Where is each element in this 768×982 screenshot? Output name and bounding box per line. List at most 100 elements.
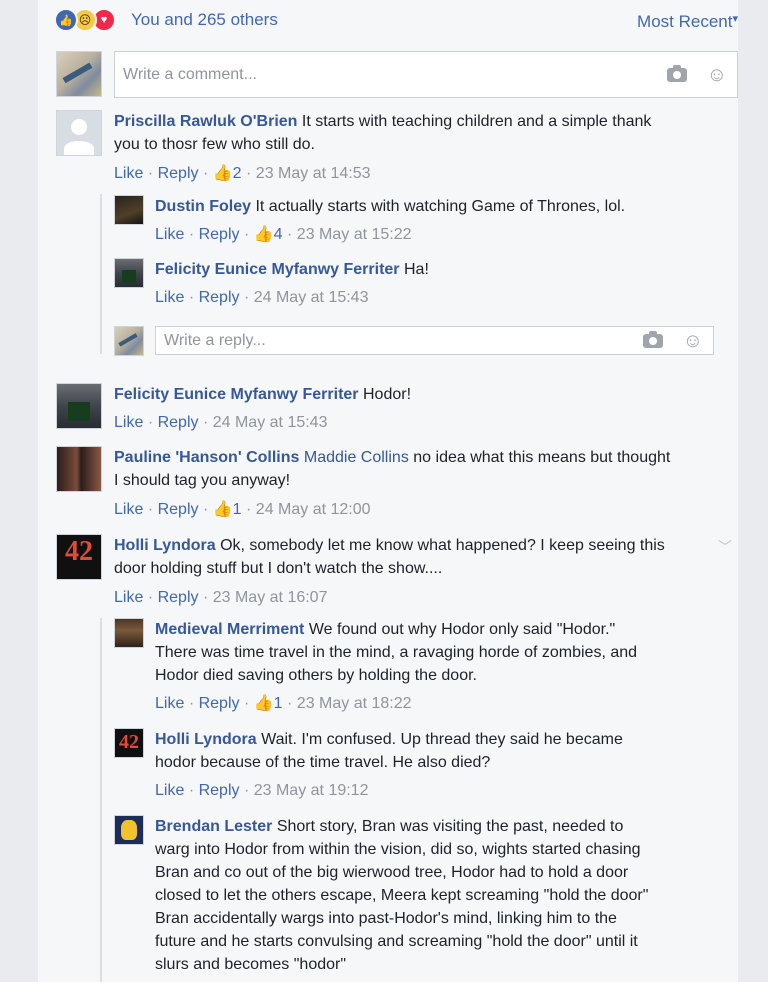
thumbs-up-icon[interactable]: 👍 [254, 694, 274, 714]
like-button[interactable]: Like [114, 165, 143, 182]
avatar[interactable] [114, 195, 144, 225]
comment-text: hodor because of the time travel. He als… [155, 754, 491, 771]
like-button[interactable]: Like [155, 226, 184, 243]
comment-author[interactable]: Priscilla Rawluk O'Brien [114, 113, 297, 130]
comment-text: Hodor died saving others by holding the … [155, 667, 477, 684]
comment-text: Hodor! [362, 386, 412, 403]
comment-text: closed to let the others escape, Meera k… [155, 887, 649, 904]
comment-text: It starts with teaching children and a s… [301, 113, 652, 130]
sort-dropdown[interactable]: Most Recent▾ [637, 12, 738, 32]
like-button[interactable]: Like [114, 589, 143, 606]
avatar[interactable] [56, 110, 102, 156]
comment-author[interactable]: Medieval Merriment [155, 621, 304, 638]
reply-button[interactable]: Reply [199, 782, 240, 799]
avatar[interactable] [114, 618, 144, 648]
like-count[interactable]: 4 [274, 226, 283, 243]
comment-author[interactable]: Brendan Lester [155, 818, 272, 835]
like-count[interactable]: 1 [274, 695, 283, 712]
avatar[interactable] [114, 258, 144, 288]
comment-text: future and he starts convulsing and scre… [155, 933, 638, 950]
avatar[interactable]: 42 [114, 728, 144, 758]
like-count[interactable]: 1 [233, 501, 242, 518]
comment-author[interactable]: Holli Lyndora [114, 537, 216, 554]
reply-input-placeholder: Write a reply... [164, 331, 266, 349]
like-button[interactable]: Like [114, 501, 143, 518]
comment-timestamp[interactable]: 24 May at 12:00 [256, 501, 371, 518]
thumbs-up-icon[interactable]: 👍 [254, 225, 274, 245]
comment-input[interactable]: Write a comment... ☺ [114, 51, 738, 98]
avatar[interactable] [114, 815, 144, 845]
avatar[interactable]: 42 [56, 534, 102, 580]
sort-label: Most Recent [637, 12, 733, 31]
comment-body: Dustin Foley It actually starts with wat… [155, 195, 735, 218]
comment-text: slurs and becomes "hodor" [155, 956, 347, 973]
avatar[interactable] [56, 446, 102, 492]
comment-actions: Like · Reply · 23 May at 16:07 [114, 589, 328, 606]
comment-actions: Like · Reply · 👍4 · 23 May at 15:22 [155, 225, 412, 245]
reply-thread-line [100, 618, 102, 982]
comment-body: Medieval Merriment We found out why Hodo… [155, 618, 730, 687]
reply-button[interactable]: Reply [158, 589, 199, 606]
like-icon: 👍 [54, 8, 78, 32]
like-count[interactable]: 2 [233, 165, 242, 182]
comment-body: Brendan Lester Short story, Bran was vis… [155, 815, 735, 976]
comment-author[interactable]: Holli Lyndora [155, 731, 257, 748]
comment-input-placeholder: Write a comment... [123, 65, 257, 83]
tagged-user[interactable]: Maddie Collins [304, 449, 409, 466]
comment-actions: Like · Reply · 23 May at 19:12 [155, 782, 369, 799]
comment-text: There was time travel in the mind, a rav… [155, 644, 638, 661]
comment-author[interactable]: Felicity Eunice Myfanwy Ferriter [155, 261, 400, 278]
avatar[interactable] [56, 51, 102, 97]
like-button[interactable]: Like [114, 414, 143, 431]
thumbs-up-icon[interactable]: 👍 [213, 164, 233, 184]
camera-icon[interactable] [642, 330, 663, 348]
comment-author[interactable]: Pauline 'Hanson' Collins [114, 449, 299, 466]
reply-button[interactable]: Reply [199, 226, 240, 243]
comment-timestamp[interactable]: 23 May at 18:22 [297, 695, 412, 712]
comment-actions: Like · Reply · 24 May at 15:43 [114, 414, 328, 431]
smiley-icon[interactable]: ☺ [707, 65, 727, 85]
chevron-down-icon[interactable]: ﹀ [718, 537, 732, 557]
comment-text: Short story, Bran was visiting the past,… [276, 818, 624, 835]
like-button[interactable]: Like [155, 289, 184, 306]
avatar-number: 42 [119, 731, 139, 753]
comment-author[interactable]: Felicity Eunice Myfanwy Ferriter [114, 386, 359, 403]
reply-button[interactable]: Reply [158, 414, 199, 431]
comment-actions: Like · Reply · 24 May at 15:43 [155, 289, 369, 306]
comment-timestamp[interactable]: 23 May at 19:12 [254, 782, 369, 799]
thumbs-up-icon[interactable]: 👍 [213, 500, 233, 520]
comment-text: Bran accidentally wargs into past-Hodor'… [155, 910, 617, 927]
comment-body: Priscilla Rawluk O'Brien It starts with … [114, 110, 734, 156]
reply-button[interactable]: Reply [199, 289, 240, 306]
comment-text: you to thosr few who still do. [114, 136, 315, 153]
comment-actions: Like · Reply · 👍1 · 24 May at 12:00 [114, 500, 371, 520]
comment-text: It actually starts with watching Game of… [255, 198, 626, 215]
comment-author[interactable]: Dustin Foley [155, 198, 251, 215]
comment-body: Pauline 'Hanson' Collins Maddie Collins … [114, 446, 734, 492]
comment-body: Holli Lyndora Wait. I'm confused. Up thr… [155, 728, 730, 774]
reaction-summary[interactable]: You and 265 others [131, 10, 278, 30]
reply-button[interactable]: Reply [158, 501, 199, 518]
reply-button[interactable]: Reply [199, 695, 240, 712]
comment-text: warg into Hodor from within the vision, … [155, 841, 641, 858]
comment-timestamp[interactable]: 24 May at 15:43 [254, 289, 369, 306]
comment-text: Wait. I'm confused. Up thread they said … [261, 731, 623, 748]
comment-timestamp[interactable]: 23 May at 14:53 [256, 165, 371, 182]
avatar[interactable] [56, 383, 102, 429]
comment-timestamp[interactable]: 24 May at 15:43 [213, 414, 328, 431]
chevron-down-icon: ▾ [732, 13, 738, 25]
comment-body: Felicity Eunice Myfanwy Ferriter Ha! [155, 258, 735, 281]
reply-button[interactable]: Reply [158, 165, 199, 182]
like-button[interactable]: Like [155, 782, 184, 799]
comment-timestamp[interactable]: 23 May at 15:22 [297, 226, 412, 243]
comment-timestamp[interactable]: 23 May at 16:07 [213, 589, 328, 606]
smiley-icon[interactable]: ☺ [683, 331, 703, 351]
like-button[interactable]: Like [155, 695, 184, 712]
comment-body: Holli Lyndora Ok, somebody let me know w… [114, 534, 714, 580]
comment-text: Bran and co out of the big wierwood tree… [155, 864, 629, 881]
camera-icon[interactable] [666, 64, 687, 82]
avatar[interactable] [114, 326, 144, 356]
reply-input[interactable]: Write a reply... ☺ [155, 326, 714, 355]
reply-thread-line [100, 194, 102, 354]
reaction-icons[interactable]: 👍 ☹ ♥ [54, 8, 116, 32]
